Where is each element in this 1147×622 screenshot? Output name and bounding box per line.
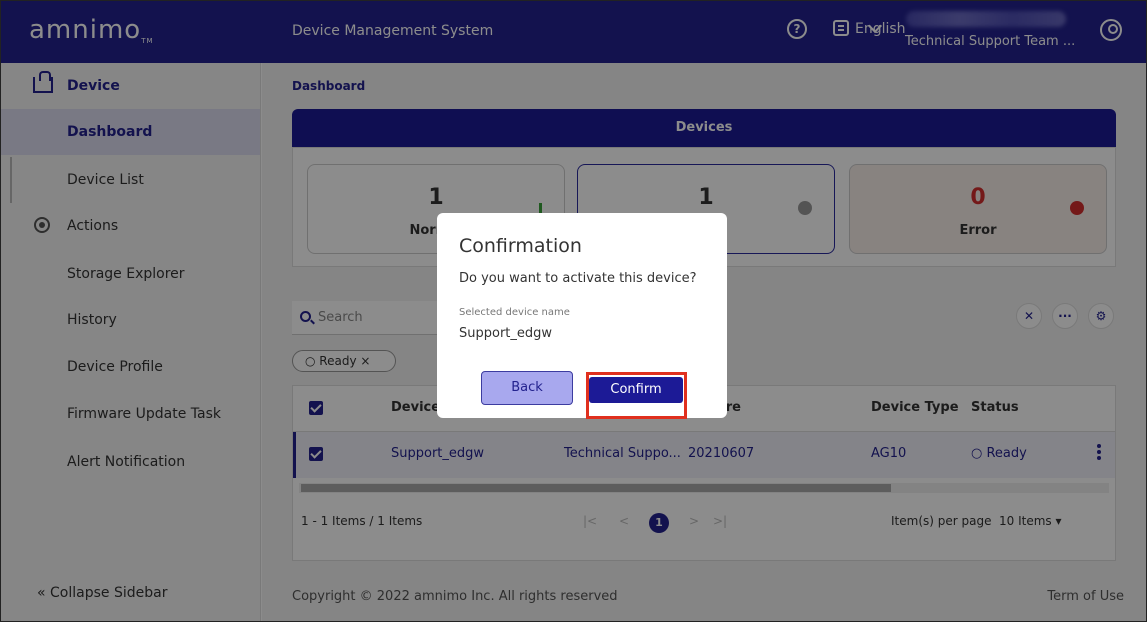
field-value: Support_edgw bbox=[459, 326, 553, 341]
dialog-title: Confirmation bbox=[459, 235, 582, 257]
back-button[interactable]: Back bbox=[481, 371, 573, 405]
field-label: Selected device name bbox=[459, 307, 570, 318]
app-window: amnimoTM Device Management System ? Engl… bbox=[0, 0, 1147, 622]
dialog-question: Do you want to activate this device? bbox=[459, 271, 697, 286]
confirm-highlight bbox=[586, 372, 687, 419]
